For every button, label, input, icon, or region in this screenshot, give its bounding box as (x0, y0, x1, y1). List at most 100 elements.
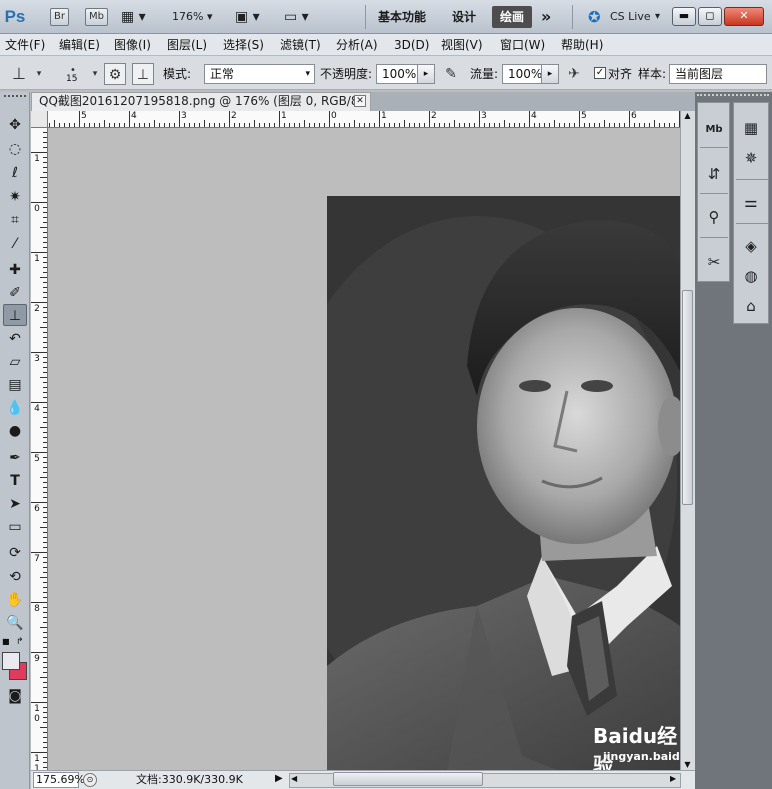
pressure-opacity-icon[interactable]: ✎ (440, 63, 462, 85)
3d-orbit-tool-icon[interactable]: ⟲ (3, 566, 27, 588)
vertical-ruler[interactable]: 101234567891011 (31, 128, 48, 770)
ruler-left-tick (43, 212, 47, 213)
menu-view[interactable]: 视图(V) (441, 37, 483, 53)
status-info-icon[interactable]: ⊙ (83, 773, 97, 787)
path-selection-tool-icon[interactable]: ➤ (3, 493, 27, 515)
brush-picker-chevron-down-icon[interactable]: ▾ (84, 63, 106, 85)
opacity-slider-button[interactable]: ▸ (417, 64, 435, 84)
menu-window[interactable]: 窗口(W) (500, 37, 545, 53)
quick-selection-tool-icon[interactable]: ✷ (3, 186, 27, 208)
clone-source-panel-icon[interactable]: ⊥ (132, 63, 154, 85)
quick-mask-icon[interactable]: ◙ (3, 685, 27, 707)
menu-layer[interactable]: 图层(L) (167, 37, 207, 53)
mode-select[interactable]: 正常 ▾ (204, 64, 315, 84)
close-document-icon[interactable]: ✕ (354, 95, 366, 107)
clone-source-panel-icon[interactable]: ⚲ (700, 204, 728, 230)
history-panel-icon[interactable]: ⇵ (700, 161, 728, 187)
3d-rotate-tool-icon[interactable]: ⟳ (3, 542, 27, 564)
panel-dock-grip[interactable] (697, 94, 769, 100)
zoom-tool-icon[interactable]: 🔍 (3, 612, 27, 634)
hand-tool-icon[interactable]: ✋ (3, 589, 27, 611)
more-workspaces-icon[interactable]: » (541, 6, 551, 28)
ruler-top-tick (584, 123, 585, 127)
history-brush-tool-icon[interactable]: ↶ (3, 328, 27, 350)
minimize-button[interactable]: ▬ (672, 7, 696, 26)
layers-panel-icon[interactable]: ◈ (737, 233, 765, 259)
crop-tool-icon[interactable]: ⌗ (3, 209, 27, 231)
menu-filter[interactable]: 滤镜(T) (280, 37, 321, 53)
channels-panel-icon[interactable]: ◍ (737, 263, 765, 289)
menu-analysis[interactable]: 分析(A) (336, 37, 378, 53)
ruler-top-tick (414, 123, 415, 127)
paths-panel-icon[interactable]: ⌂ (737, 293, 765, 319)
panel-grip[interactable] (4, 95, 26, 99)
swatches-panel-icon[interactable]: ▦ (737, 115, 765, 141)
zoom-level-dropdown[interactable]: 176% ▾ (172, 8, 212, 26)
adjustments-panel-icon[interactable]: ⚌ (737, 189, 765, 215)
arrange-documents-icon[interactable]: ▣ ▾ (235, 8, 260, 26)
horizontal-ruler[interactable]: 5432101234567 (31, 111, 680, 128)
screen-mode-icon[interactable]: ▭ ▾ (284, 8, 309, 26)
blur-tool-icon[interactable]: 💧 (3, 397, 27, 419)
brush-presets-panel-icon[interactable]: ✂ (700, 249, 728, 275)
canvas-area[interactable]: Baidu经验 jingyan.baidu.com (48, 128, 680, 770)
close-window-button[interactable]: ✕ (724, 7, 764, 26)
opacity-input[interactable]: 100% (376, 64, 418, 84)
swap-colors-icon[interactable]: ↱ (16, 637, 24, 647)
cs-live-button[interactable]: CS Live (610, 8, 651, 26)
clone-stamp-tool-icon[interactable]: ⊥ (3, 304, 27, 326)
mini-bridge-button[interactable]: Mb (85, 8, 108, 26)
menu-3d[interactable]: 3D(D) (394, 37, 429, 53)
clone-stamp-tool-preset-icon[interactable]: ⊥ (8, 63, 30, 85)
aligned-checkbox[interactable]: ✓ (594, 67, 606, 79)
ruler-left-number: 5 (34, 454, 40, 464)
vertical-scrollbar-thumb[interactable] (682, 290, 693, 505)
move-tool-icon[interactable]: ✥ (3, 114, 27, 136)
foreground-color-swatch[interactable] (2, 652, 20, 670)
menu-image[interactable]: 图像(I) (114, 37, 151, 53)
rectangle-tool-icon[interactable]: ▭ (3, 516, 27, 538)
gradient-tool-icon[interactable]: ▤ (3, 374, 27, 396)
eraser-tool-icon[interactable]: ▱ (3, 351, 27, 373)
scroll-up-icon[interactable]: ▲ (681, 111, 694, 121)
ruler-left-tick (43, 132, 47, 133)
pen-tool-icon[interactable]: ✒ (3, 447, 27, 469)
navigator-panel-icon[interactable]: ✵ (737, 145, 765, 171)
tool-preset-chevron-down-icon[interactable]: ▾ (28, 63, 50, 85)
menu-file[interactable]: 文件(F) (5, 37, 45, 53)
menu-edit[interactable]: 编辑(E) (59, 37, 100, 53)
marquee-tool-icon[interactable]: ◌ (3, 138, 27, 160)
ruler-origin[interactable] (31, 111, 48, 128)
brush-panel-icon[interactable]: ⚙ (104, 63, 126, 85)
document-image[interactable] (327, 196, 680, 770)
flow-slider-button[interactable]: ▸ (541, 64, 559, 84)
menu-select[interactable]: 选择(S) (223, 37, 264, 53)
workspace-design[interactable]: 设计 (452, 6, 476, 28)
scroll-down-icon[interactable]: ▼ (681, 760, 694, 770)
maximize-button[interactable]: ◻ (698, 7, 722, 26)
default-colors-icon[interactable]: ■ (2, 637, 10, 646)
scroll-right-icon[interactable]: ▶ (670, 774, 676, 783)
status-menu-arrow-icon[interactable]: ▶ (275, 773, 283, 784)
horizontal-scrollbar-thumb[interactable] (333, 772, 483, 786)
workspace-essentials[interactable]: 基本功能 (378, 6, 426, 28)
zoom-percentage-field[interactable]: 175.69% (33, 772, 85, 788)
dodge-tool-icon[interactable]: ● (3, 420, 27, 442)
eyedropper-tool-icon[interactable]: ⁄ (3, 233, 27, 255)
document-tab[interactable]: QQ截图20161207195818.png @ 176% (图层 0, RGB… (31, 92, 371, 125)
bridge-button[interactable]: Br (50, 8, 69, 26)
airbrush-icon[interactable]: ✈ (563, 63, 585, 85)
flow-input[interactable]: 100% (502, 64, 542, 84)
type-tool-icon[interactable]: T (3, 470, 27, 492)
sample-select[interactable]: 当前图层 (669, 64, 767, 84)
menu-help[interactable]: 帮助(H) (561, 37, 603, 53)
cs-live-chevron-down-icon[interactable]: ▾ (655, 8, 660, 26)
mini-bridge-panel-icon[interactable]: Mb (700, 117, 728, 143)
scroll-left-icon[interactable]: ◀ (291, 774, 297, 783)
healing-brush-tool-icon[interactable]: ✚ (3, 259, 27, 281)
ruler-left-tick (43, 182, 47, 183)
lasso-tool-icon[interactable]: ℓ (3, 162, 27, 184)
workspace-painting[interactable]: 绘画 (492, 6, 533, 28)
brush-tool-icon[interactable]: ✐ (3, 282, 27, 304)
view-extras-icon[interactable]: ▦ ▾ (121, 8, 146, 26)
